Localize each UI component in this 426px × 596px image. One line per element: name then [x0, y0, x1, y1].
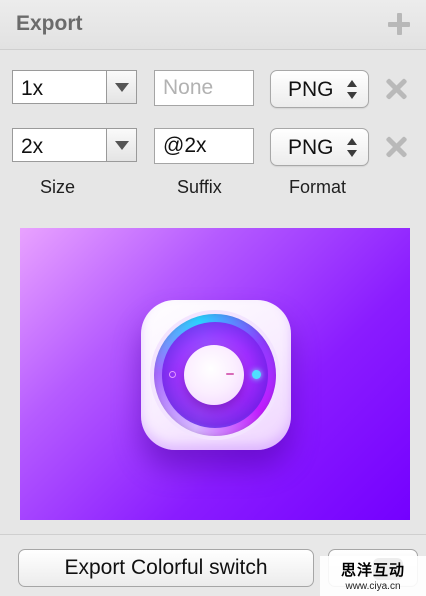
- chevron-down-icon[interactable]: [106, 71, 136, 103]
- size-column-label: Size: [40, 177, 76, 197]
- chevron-down-icon[interactable]: [106, 129, 136, 161]
- format-value: PNG: [288, 136, 334, 159]
- export-row: 1x PNG: [0, 70, 426, 110]
- size-value: 2x: [21, 135, 44, 158]
- on-indicator: [252, 370, 261, 379]
- knob-mark: [226, 373, 234, 375]
- add-export-icon[interactable]: [387, 12, 411, 36]
- export-button[interactable]: Export Colorful switch: [18, 549, 314, 587]
- format-select[interactable]: PNG: [270, 128, 369, 166]
- watermark-url: www.ciya.cn: [345, 581, 401, 592]
- export-header: Export: [0, 0, 426, 50]
- suffix-input[interactable]: [154, 128, 254, 164]
- format-column-label: Format: [289, 177, 347, 197]
- watermark-brand: 思洋互动: [340, 562, 405, 579]
- up-down-arrows-icon: [347, 138, 359, 158]
- off-indicator: [169, 371, 176, 378]
- watermark: 思洋互动 www.ciya.cn: [320, 556, 426, 596]
- size-select[interactable]: 2x: [12, 128, 137, 162]
- suffix-column-label: Suffix: [177, 177, 222, 197]
- size-select[interactable]: 1x: [12, 70, 137, 104]
- dial-ring: [154, 314, 276, 436]
- remove-row-icon[interactable]: [386, 136, 408, 158]
- format-select[interactable]: PNG: [270, 70, 369, 108]
- up-down-arrows-icon: [347, 80, 359, 100]
- export-row: 2x PNG: [0, 128, 426, 168]
- dial-knob: [184, 345, 244, 405]
- export-title: Export: [16, 12, 83, 35]
- export-panel: Export 1x PNG 2x PNG Size Suffix Format: [0, 0, 426, 596]
- size-value: 1x: [21, 77, 44, 100]
- export-preview: [20, 228, 410, 520]
- remove-row-icon[interactable]: [386, 78, 408, 100]
- toggle-dial-icon: [141, 300, 291, 450]
- suffix-input[interactable]: [154, 70, 254, 106]
- format-value: PNG: [288, 78, 334, 101]
